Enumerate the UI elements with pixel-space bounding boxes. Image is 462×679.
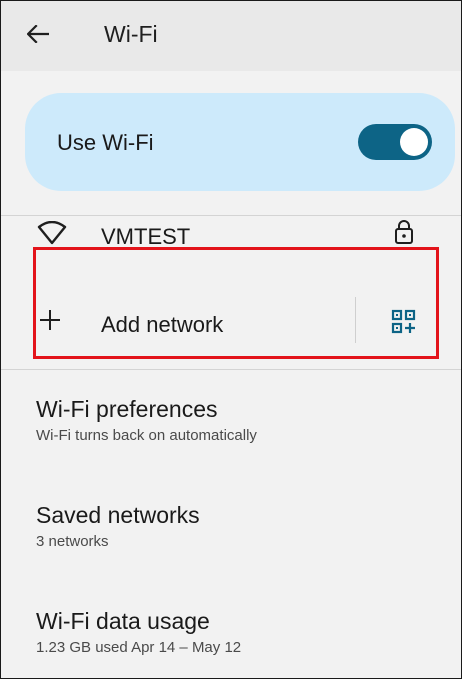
- wifi-data-usage-item[interactable]: Wi-Fi data usage 1.23 GB used Apr 14 – M…: [36, 607, 436, 657]
- toggle-knob: [400, 128, 428, 156]
- add-network-highlight: [33, 247, 439, 359]
- item-subtitle: 3 networks: [36, 533, 109, 550]
- divider: [1, 369, 461, 370]
- wifi-signal-icon: [37, 221, 67, 245]
- arrow-left-icon: [27, 25, 49, 43]
- item-title: Wi-Fi data usage: [36, 608, 210, 634]
- top-app-bar: Wi-Fi: [1, 1, 461, 71]
- wifi-preferences-item[interactable]: Wi-Fi preferences Wi-Fi turns back on au…: [36, 395, 436, 445]
- page-title: Wi-Fi: [104, 21, 158, 47]
- item-subtitle: 1.23 GB used Apr 14 – May 12: [36, 639, 242, 656]
- use-wifi-toggle[interactable]: [358, 124, 432, 160]
- use-wifi-row[interactable]: Use Wi-Fi: [25, 93, 455, 191]
- saved-networks-item[interactable]: Saved networks 3 networks: [36, 501, 436, 551]
- lock-icon: [395, 220, 413, 244]
- item-title: Wi-Fi preferences: [36, 396, 218, 422]
- use-wifi-label: Use Wi-Fi: [57, 130, 154, 155]
- item-title: Saved networks: [36, 502, 200, 528]
- back-button[interactable]: [23, 19, 53, 49]
- wifi-settings-screen: Wi-Fi Use Wi-Fi VMTEST Add network Wi-Fi…: [0, 0, 462, 679]
- item-subtitle: Wi-Fi turns back on automatically: [36, 427, 257, 444]
